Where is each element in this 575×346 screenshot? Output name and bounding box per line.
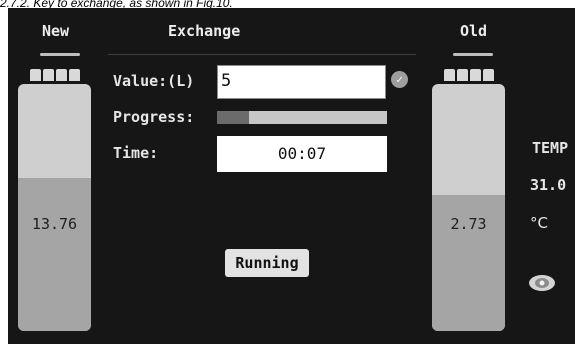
progress-bar (217, 111, 387, 124)
new-title-underline (40, 53, 80, 56)
old-tank-body: 2.73 (432, 84, 505, 331)
value-label: Value:(L) (113, 72, 195, 90)
progress-bar-fill (217, 111, 250, 124)
time-display: 00:07 (217, 136, 387, 172)
value-input[interactable]: 5 (217, 65, 386, 99)
temp-label: TEMP (532, 139, 569, 157)
new-tank-reading: 13.76 (31, 215, 78, 233)
check-circle-icon[interactable]: ✓ (391, 71, 408, 88)
temp-unit: °C (530, 214, 548, 232)
temp-value: 31.0 (530, 176, 567, 194)
time-label: Time: (113, 144, 159, 162)
old-title-underline (453, 53, 493, 56)
old-column-title: Old (460, 22, 488, 40)
new-column-title: New (42, 22, 70, 40)
new-tank-level (18, 177, 91, 331)
running-button[interactable]: Running (225, 249, 309, 277)
old-tank: 2.73 (432, 69, 505, 333)
new-tank: 13.76 (18, 69, 91, 333)
eye-icon[interactable] (528, 274, 556, 292)
new-tank-body: 13.76 (18, 84, 91, 331)
exchange-title: Exchange (168, 22, 241, 40)
progress-label: Progress: (113, 108, 195, 126)
exchange-screen: New Exchange Old 13.76 Value:(L) 5 ✓ Pro… (8, 8, 575, 344)
old-tank-cap (442, 69, 495, 81)
new-tank-cap (28, 69, 81, 81)
exchange-divider (108, 54, 416, 55)
old-tank-reading: 2.73 (450, 215, 487, 233)
